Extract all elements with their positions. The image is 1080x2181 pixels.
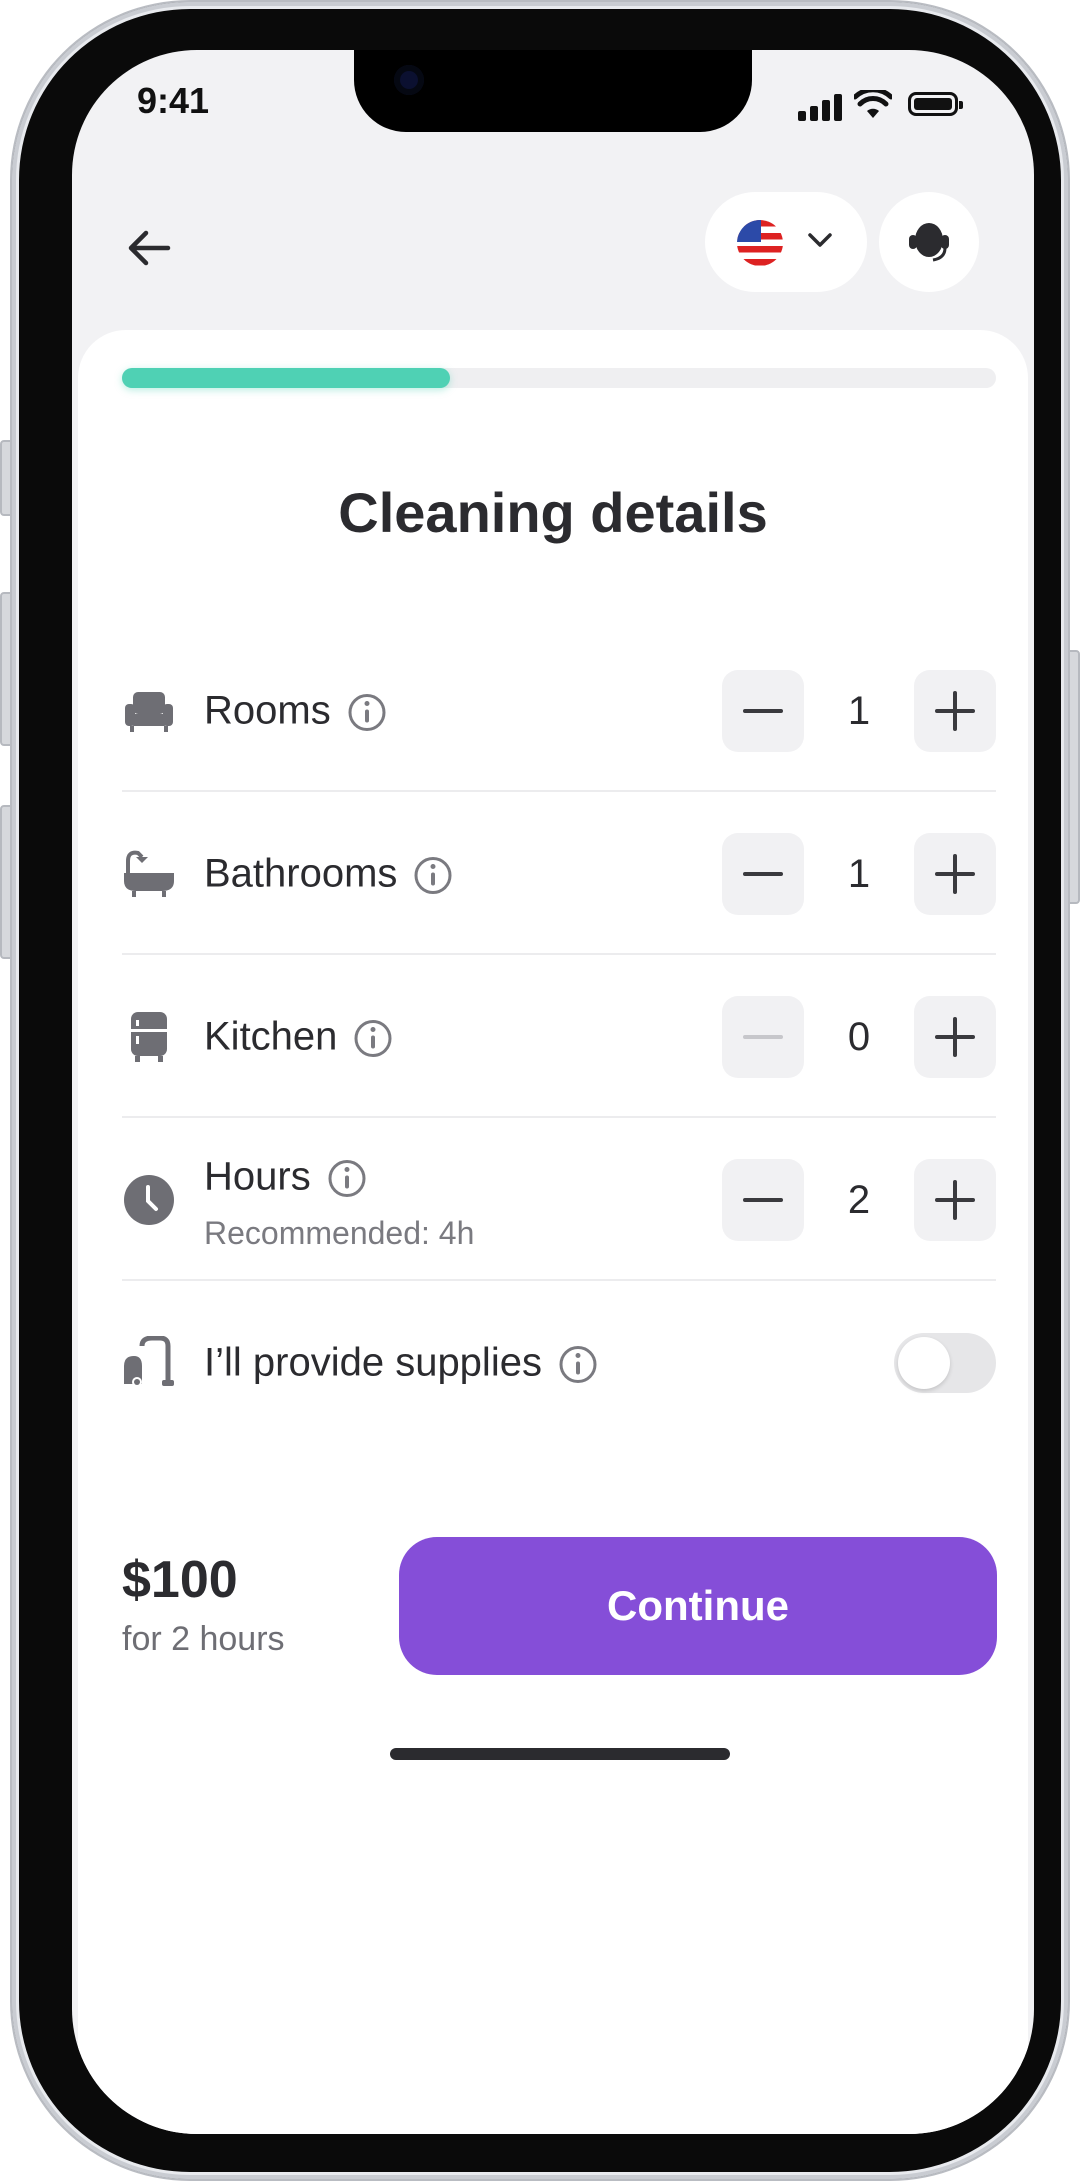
vacuum-icon — [124, 1336, 174, 1387]
us-flag-icon — [737, 220, 783, 266]
kitchen-value: 0 — [847, 1015, 871, 1059]
price-total: $100 — [122, 1551, 238, 1609]
continue-button[interactable]: Continue — [399, 1537, 997, 1675]
info-icon[interactable] — [347, 693, 387, 733]
rooms-increment-button[interactable] — [914, 670, 996, 752]
hours-increment-button[interactable] — [914, 1159, 996, 1241]
kitchen-stepper: 0 — [722, 996, 996, 1078]
rooms-label: Rooms — [204, 689, 387, 734]
power-button — [1066, 650, 1080, 904]
fridge-icon — [131, 1012, 167, 1062]
battery-icon — [908, 92, 963, 116]
bathrooms-decrement-button[interactable] — [722, 833, 804, 915]
supplies-label: I’ll provide supplies — [204, 1341, 598, 1386]
bathrooms-label: Bathrooms — [204, 852, 453, 897]
camera-icon — [394, 65, 424, 95]
divider — [122, 1279, 996, 1281]
info-icon[interactable] — [327, 1159, 367, 1199]
kitchen-row: Kitchen 0 — [122, 956, 996, 1118]
kitchen-decrement-button[interactable] — [722, 996, 804, 1078]
clock-icon — [124, 1175, 174, 1225]
rooms-value: 1 — [847, 689, 871, 733]
home-indicator[interactable] — [390, 1748, 730, 1760]
divider — [122, 1116, 996, 1118]
rooms-row: Rooms 1 — [122, 630, 996, 792]
bathtub-icon — [124, 850, 174, 897]
info-icon[interactable] — [413, 856, 453, 896]
hours-stepper: 2 — [722, 1159, 996, 1241]
info-icon[interactable] — [558, 1345, 598, 1385]
bathrooms-value: 1 — [847, 852, 871, 896]
kitchen-label: Kitchen — [204, 1015, 393, 1060]
details-card: Cleaning details Rooms 1 Bathrooms 1 Kit… — [78, 330, 1028, 2134]
hours-label: Hours — [204, 1155, 367, 1200]
bathrooms-stepper: 1 — [722, 833, 996, 915]
rooms-stepper: 1 — [722, 670, 996, 752]
hours-value: 2 — [847, 1178, 871, 1222]
supplies-label-text: I’ll provide supplies — [204, 1340, 542, 1385]
kitchen-label-text: Kitchen — [204, 1014, 338, 1059]
supplies-toggle[interactable] — [894, 1333, 996, 1393]
bathrooms-row: Bathrooms 1 — [122, 793, 996, 955]
back-arrow-icon[interactable] — [118, 218, 178, 278]
supplies-row: I’ll provide supplies — [122, 1282, 996, 1444]
support-button[interactable] — [879, 192, 979, 292]
bathrooms-label-text: Bathrooms — [204, 851, 398, 896]
page-title: Cleaning details — [338, 481, 768, 544]
hours-recommendation: Recommended: 4h — [204, 1215, 475, 1251]
info-icon[interactable] — [353, 1019, 393, 1059]
progress-fill — [122, 368, 450, 388]
hours-row: Hours Recommended: 4h 2 — [122, 1119, 996, 1281]
chevron-down-icon — [808, 233, 832, 247]
rooms-label-text: Rooms — [204, 688, 331, 733]
price-note: for 2 hours — [122, 1620, 285, 1658]
headset-icon — [909, 223, 949, 262]
language-selector[interactable] — [705, 192, 867, 292]
kitchen-increment-button[interactable] — [914, 996, 996, 1078]
rooms-decrement-button[interactable] — [722, 670, 804, 752]
cellular-signal-icon — [798, 94, 846, 121]
wifi-icon — [854, 90, 892, 118]
divider — [122, 790, 996, 792]
bathrooms-increment-button[interactable] — [914, 833, 996, 915]
hours-label-text: Hours — [204, 1154, 311, 1199]
hours-decrement-button[interactable] — [722, 1159, 804, 1241]
armchair-icon — [125, 692, 173, 732]
divider — [122, 953, 996, 955]
screen: 9:41 Cleaning details Rooms 1 Bathrooms … — [72, 50, 1034, 2134]
progress-bar — [122, 368, 996, 388]
status-time: 9:41 — [137, 80, 210, 121]
phone-frame: 9:41 Cleaning details Rooms 1 Bathrooms … — [12, 2, 1068, 2179]
